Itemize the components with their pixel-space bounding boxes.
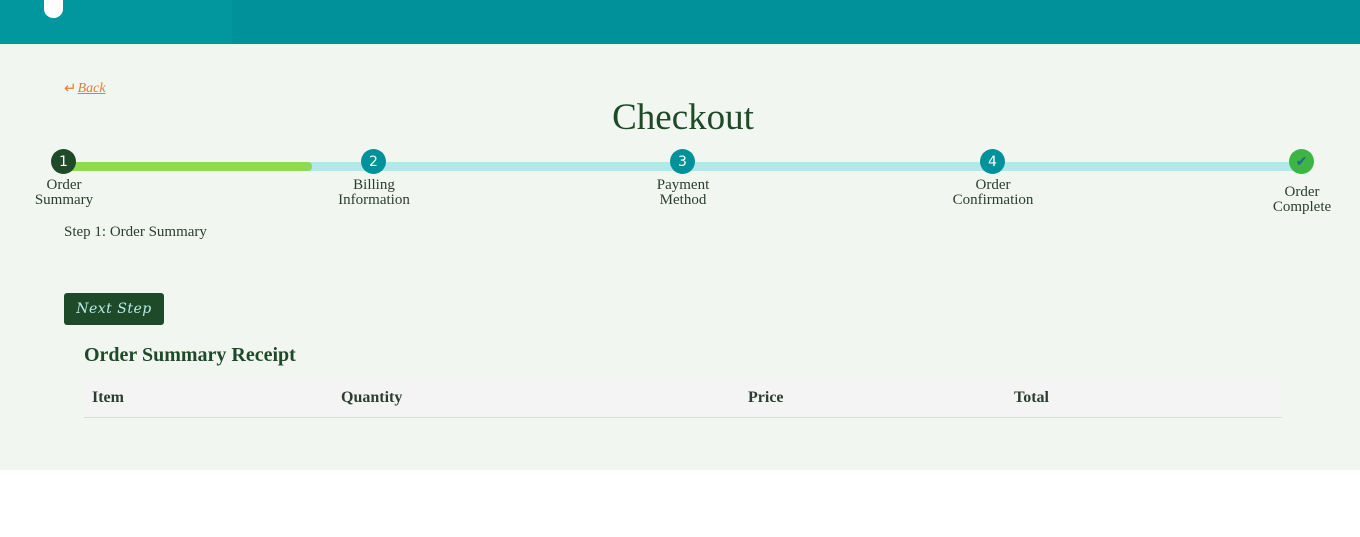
top-header-bar — [0, 0, 1360, 44]
receipt-title: Order Summary Receipt — [84, 344, 296, 366]
step-1-label: Order Summary — [4, 178, 124, 208]
step-3-marker[interactable]: 3 — [670, 149, 695, 174]
step-4-label-line1: Order — [975, 177, 1011, 193]
checkmark-icon[interactable]: ✔ — [1289, 149, 1314, 174]
brand-area[interactable] — [0, 0, 232, 44]
back-link-label: Back — [77, 80, 106, 96]
step-3-label-line2: Method — [659, 192, 707, 208]
column-header-price: Price — [740, 378, 1006, 418]
column-header-item: Item — [84, 378, 333, 418]
progress-fill — [63, 162, 312, 171]
step-5-label-line2: Complete — [1272, 199, 1332, 215]
receipt-table: Item Quantity Price Total — [84, 378, 1282, 418]
column-header-total: Total — [1006, 378, 1282, 418]
leaf-icon — [44, 0, 63, 18]
step-3-label-line1: Payment — [656, 177, 710, 193]
step-2-label: Billing Information — [314, 178, 434, 208]
step-1-marker[interactable]: 1 — [51, 149, 76, 174]
current-step-caption: Step 1: Order Summary — [64, 224, 207, 240]
column-header-quantity: Quantity — [333, 378, 740, 418]
step-4-marker[interactable]: 4 — [980, 149, 1005, 174]
step-5-label: Order Complete — [1242, 185, 1360, 215]
step-1-label-line2: Summary — [34, 192, 94, 208]
step-2-marker[interactable]: 2 — [361, 149, 386, 174]
step-5-label-line1: Order — [1284, 184, 1320, 200]
step-3-label: Payment Method — [623, 178, 743, 208]
next-step-button[interactable]: Next Step — [64, 293, 164, 325]
step-2-label-line1: Billing — [353, 177, 395, 193]
step-1-label-line1: Order — [46, 177, 82, 193]
step-4-label-line2: Confirmation — [952, 192, 1034, 208]
page-title: Checkout — [612, 97, 754, 138]
table-header-row: Item Quantity Price Total — [84, 378, 1282, 418]
step-2-label-line2: Information — [338, 192, 410, 208]
step-4-label: Order Confirmation — [933, 178, 1053, 208]
